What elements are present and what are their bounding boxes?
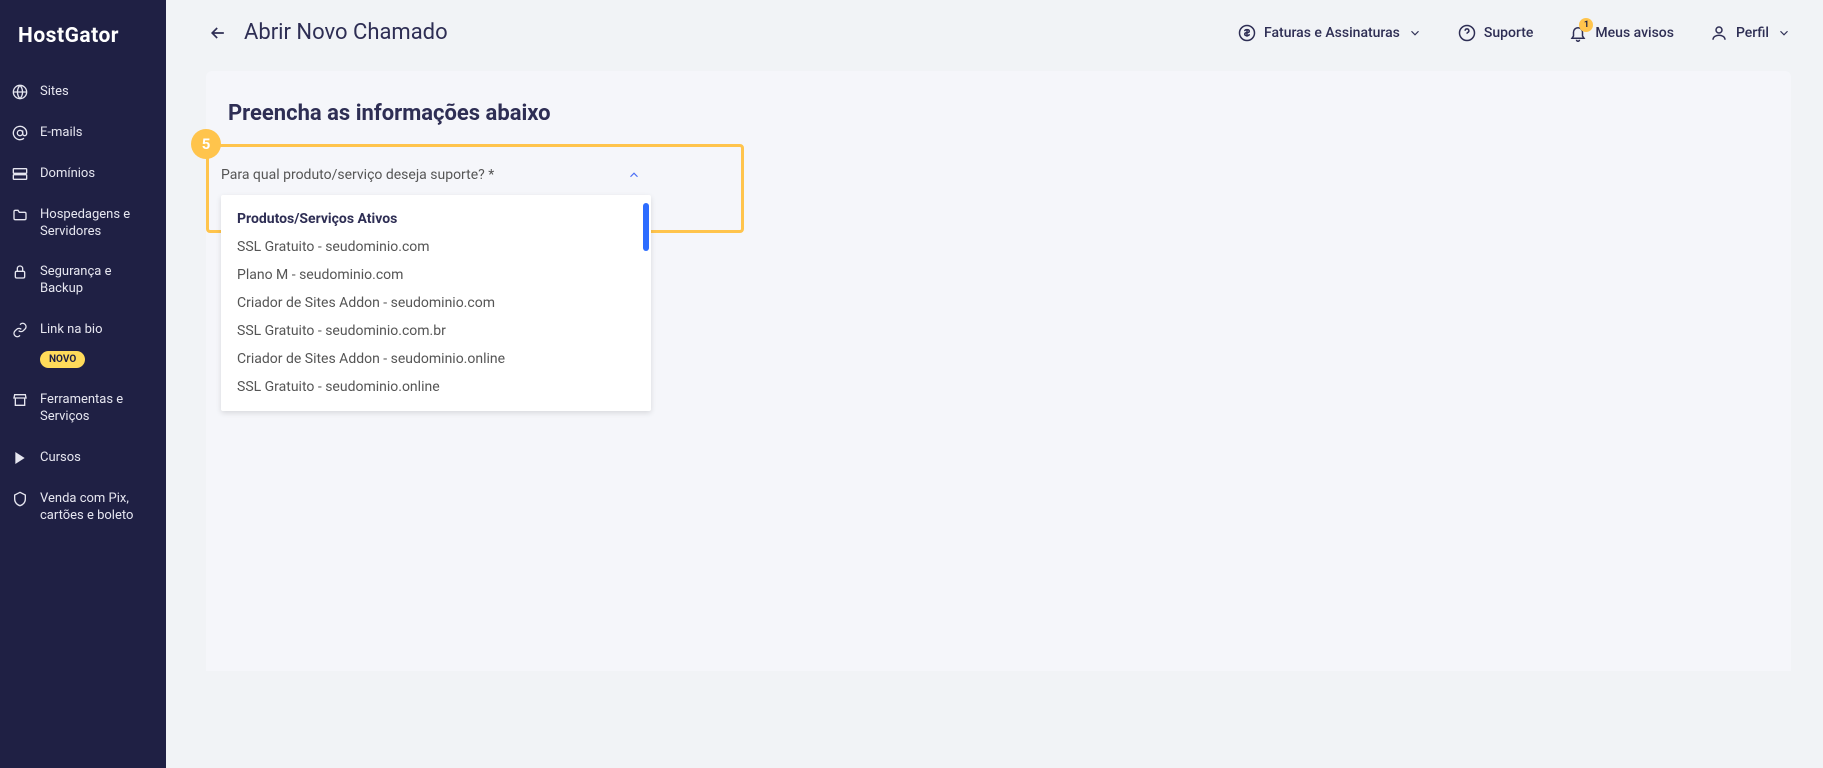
chevron-down-icon <box>1777 26 1791 40</box>
faturas-label: Faturas e Assinaturas <box>1264 25 1400 41</box>
at-icon <box>12 125 28 141</box>
sidebar-item-ferramentas[interactable]: Ferramentas e Serviços <box>0 380 166 438</box>
sidebar-item-venda[interactable]: Venda com Pix, cartões e boleto <box>0 479 166 537</box>
sidebar-item-seguranca[interactable]: Segurança e Backup <box>0 252 166 310</box>
sidebar-item-sites[interactable]: Sites <box>0 72 166 113</box>
step-number-badge: 5 <box>191 129 221 159</box>
suporte-link[interactable]: Suporte <box>1458 24 1534 42</box>
store-icon <box>12 392 28 408</box>
dropdown-option[interactable]: Plano M - seudominio.com <box>221 261 651 289</box>
sidebar-item-label: Cursos <box>40 450 81 467</box>
faturas-menu[interactable]: Faturas e Assinaturas <box>1238 24 1422 42</box>
product-select[interactable]: Para qual produto/serviço deseja suporte… <box>221 161 641 190</box>
sidebar-item-label: Link na bio <box>40 322 103 339</box>
sidebar-item-dominios[interactable]: Domínios <box>0 154 166 195</box>
product-dropdown: Produtos/Serviços Ativos SSL Gratuito - … <box>221 195 651 411</box>
sidebar-item-cursos[interactable]: Cursos <box>0 438 166 479</box>
chevron-down-icon <box>1408 26 1422 40</box>
dropdown-option[interactable]: SSL Gratuito - seudominio.com <box>221 233 651 261</box>
notification-count-badge: 1 <box>1579 18 1593 32</box>
sidebar-item-emails[interactable]: E-mails <box>0 113 166 154</box>
bell-icon: 1 <box>1569 24 1587 42</box>
link-icon <box>12 322 28 338</box>
brand-logo: HostGator <box>0 24 166 72</box>
sidebar-item-label: Segurança e Backup <box>40 264 154 298</box>
product-select-label: Para qual produto/serviço deseja suporte… <box>221 167 494 183</box>
sidebar-item-hospedagens[interactable]: Hospedagens e Servidores <box>0 195 166 253</box>
perfil-menu[interactable]: Perfil <box>1710 24 1791 42</box>
dropdown-group-header: Produtos/Serviços Ativos <box>221 205 651 233</box>
nav-list: Sites E-mails Domínios Hospedagens e Ser… <box>0 72 166 537</box>
server-icon <box>12 166 28 182</box>
page-title: Abrir Novo Chamado <box>244 20 448 45</box>
novo-badge: NOVO <box>40 351 85 368</box>
help-icon <box>1458 24 1476 42</box>
folder-icon <box>12 207 28 223</box>
sidebar-item-label: Sites <box>40 84 69 101</box>
dropdown-scrollbar[interactable] <box>643 203 649 251</box>
main: Abrir Novo Chamado Faturas e Assinaturas <box>166 0 1823 768</box>
avisos-link[interactable]: 1 Meus avisos <box>1569 24 1674 42</box>
back-button[interactable] <box>206 21 230 45</box>
dropdown-option[interactable]: SSL Gratuito - seudominio.online <box>221 373 651 401</box>
dropdown-option[interactable]: SSL Gratuito - seudominio.com.br <box>221 317 651 345</box>
lock-icon <box>12 264 28 280</box>
sidebar-item-label: E-mails <box>40 125 83 142</box>
content-card: Preencha as informações abaixo 5 Para qu… <box>206 71 1791 671</box>
sidebar-item-label: Venda com Pix, cartões e boleto <box>40 491 154 525</box>
sidebar: HostGator Sites E-mails Domínios <box>0 0 166 768</box>
sidebar-item-linknabio[interactable]: Link na bio NOVO <box>0 310 166 380</box>
dropdown-option[interactable]: Criador de Sites Addon - seudominio.com <box>221 289 651 317</box>
avisos-label: Meus avisos <box>1595 25 1674 41</box>
play-icon <box>12 450 28 466</box>
section-title: Preencha as informações abaixo <box>228 101 1791 126</box>
globe-icon <box>12 84 28 100</box>
sidebar-item-label: Ferramentas e Serviços <box>40 392 154 426</box>
user-icon <box>1710 24 1728 42</box>
perfil-label: Perfil <box>1736 25 1769 41</box>
topbar: Abrir Novo Chamado Faturas e Assinaturas <box>206 20 1791 45</box>
dropdown-option[interactable]: Criador de Sites Addon - seudominio.onli… <box>221 345 651 373</box>
chevron-up-icon <box>627 168 641 182</box>
shield-icon <box>12 491 28 507</box>
suporte-label: Suporte <box>1484 25 1534 41</box>
sidebar-item-label: Hospedagens e Servidores <box>40 207 154 241</box>
sidebar-item-label: Domínios <box>40 166 95 183</box>
highlighted-form-box: Para qual produto/serviço deseja suporte… <box>206 144 744 233</box>
dollar-icon <box>1238 24 1256 42</box>
